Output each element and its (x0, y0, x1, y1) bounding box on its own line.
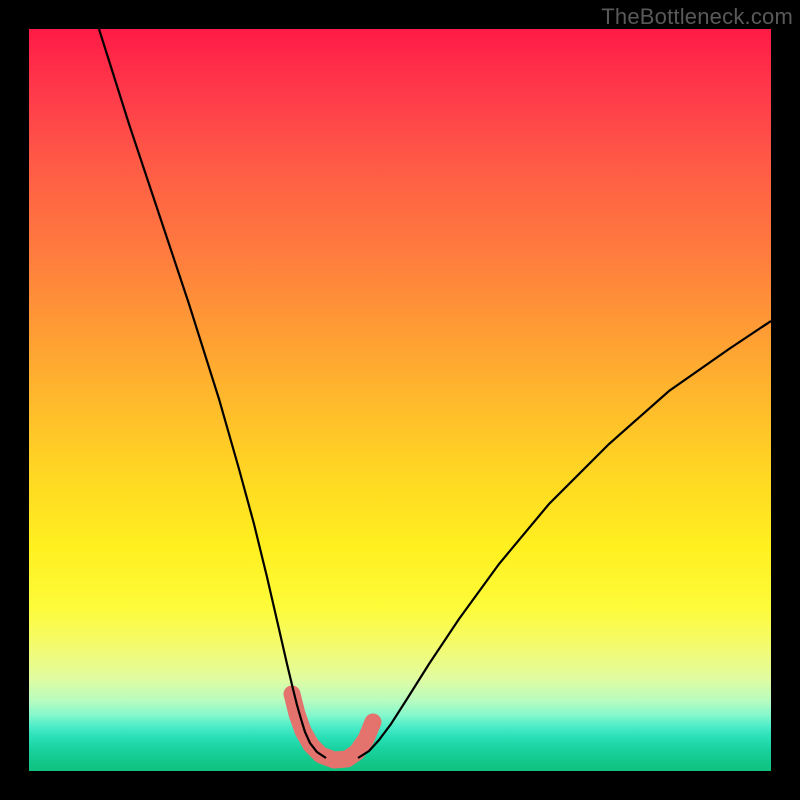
left-curve-line (99, 29, 326, 758)
curve-overlay (29, 29, 771, 771)
plot-area (29, 29, 771, 771)
watermark-label: TheBottleneck.com (601, 4, 793, 30)
right-curve-line (358, 321, 771, 758)
chart-frame: TheBottleneck.com (0, 0, 800, 800)
